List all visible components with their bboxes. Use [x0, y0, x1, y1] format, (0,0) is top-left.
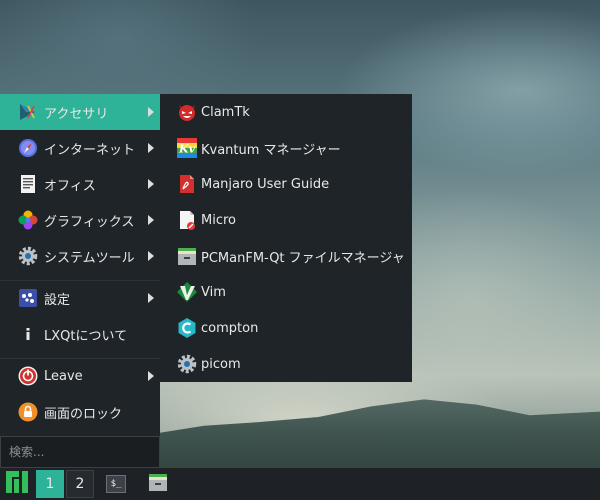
terminal-icon: $_ [106, 475, 126, 493]
submenu-arrow-icon [148, 215, 154, 225]
kvantum-icon: Kv [177, 138, 197, 158]
desktop-switch-2[interactable]: 2 [66, 470, 94, 498]
menu-item-label: LXQtについて [44, 328, 128, 344]
settings-panel-icon [18, 288, 38, 308]
picom-gear-icon [177, 354, 197, 374]
submenu-item-label: Micro [201, 212, 236, 228]
submenu-item-label: PCManFM-Qt ファイルマネージャ [201, 250, 405, 266]
accessories-icon [18, 102, 38, 122]
desktop-number: 2 [75, 476, 85, 492]
file-manager-cabinet-icon [148, 472, 168, 496]
submenu-arrow-icon [148, 179, 154, 189]
submenu-arrow-icon [148, 143, 154, 153]
accessories-submenu: ClamTk Kv Kvantum マネージャー Manjaro User Gu… [160, 94, 412, 382]
menu-item-internet[interactable]: インターネット [0, 130, 160, 166]
submenu-item-label: Vim [201, 284, 226, 300]
menu-item-about-lxqt[interactable]: LXQtについて [0, 316, 160, 352]
submenu-item-kvantum[interactable]: Kv Kvantum マネージャー [160, 130, 412, 166]
launcher-file-manager[interactable] [142, 468, 174, 500]
application-menu: アクセサリ インターネット オフィス グラフィックス システムツール 設定 LX… [0, 94, 160, 468]
power-icon [18, 366, 38, 386]
menu-item-graphics[interactable]: グラフィックス [0, 202, 160, 238]
micro-editor-icon [177, 210, 197, 230]
submenu-item-vim[interactable]: Vim [160, 274, 412, 310]
menu-item-leave[interactable]: Leave [0, 358, 160, 394]
graphics-palette-icon [18, 210, 38, 230]
vim-icon [177, 282, 197, 302]
internet-compass-icon [18, 138, 38, 158]
submenu-item-label: ClamTk [201, 104, 250, 120]
menu-item-label: Leave [44, 368, 83, 384]
info-icon [18, 324, 38, 344]
menu-item-system-tools[interactable]: システムツール [0, 238, 160, 274]
submenu-arrow-icon [148, 251, 154, 261]
submenu-item-label: compton [201, 320, 259, 336]
desktop-number: 1 [45, 476, 55, 492]
submenu-item-label: picom [201, 356, 241, 372]
menu-item-lock-screen[interactable]: 画面のロック [0, 394, 160, 430]
submenu-item-label: Manjaro User Guide [201, 176, 330, 192]
submenu-item-picom[interactable]: picom [160, 346, 412, 382]
compton-icon [177, 318, 197, 338]
clamtk-devil-icon [177, 102, 197, 122]
submenu-item-clamtk[interactable]: ClamTk [160, 94, 412, 130]
desktop-switch-1[interactable]: 1 [36, 470, 64, 498]
submenu-arrow-icon [148, 371, 154, 381]
system-tools-gear-icon [18, 246, 38, 266]
menu-item-label: 画面のロック [44, 406, 123, 422]
menu-item-label: グラフィックス [44, 214, 135, 230]
submenu-item-manjaro-user-guide[interactable]: Manjaro User Guide [160, 166, 412, 202]
menu-item-label: システムツール [44, 250, 135, 266]
file-manager-cabinet-icon [177, 246, 197, 266]
menu-item-label: インターネット [44, 142, 136, 158]
submenu-item-pcmanfm-qt[interactable]: PCManFM-Qt ファイルマネージャ [160, 238, 412, 274]
office-document-icon [18, 174, 38, 194]
submenu-arrow-icon [148, 107, 154, 117]
svg-text:Kv: Kv [178, 143, 196, 156]
menu-search-input[interactable] [0, 436, 160, 468]
start-menu-button[interactable] [0, 468, 34, 500]
menu-item-label: 設定 [44, 292, 71, 308]
submenu-arrow-icon [148, 293, 154, 303]
menu-item-settings[interactable]: 設定 [0, 280, 160, 316]
pdf-document-icon [177, 174, 197, 194]
manjaro-logo-icon [6, 471, 28, 497]
terminal-prompt-glyph: $_ [110, 478, 122, 489]
menu-item-label: アクセサリ [44, 106, 109, 122]
submenu-item-label: Kvantum マネージャー [201, 142, 341, 158]
wallpaper-hill [160, 399, 600, 468]
submenu-item-micro[interactable]: Micro [160, 202, 412, 238]
menu-item-office[interactable]: オフィス [0, 166, 160, 202]
lock-icon [18, 402, 38, 422]
menu-item-accessories[interactable]: アクセサリ [0, 94, 160, 130]
taskbar: 1 2 $_ [0, 468, 600, 500]
menu-item-label: オフィス [44, 178, 96, 194]
submenu-item-compton[interactable]: compton [160, 310, 412, 346]
launcher-terminal[interactable]: $_ [100, 468, 132, 500]
